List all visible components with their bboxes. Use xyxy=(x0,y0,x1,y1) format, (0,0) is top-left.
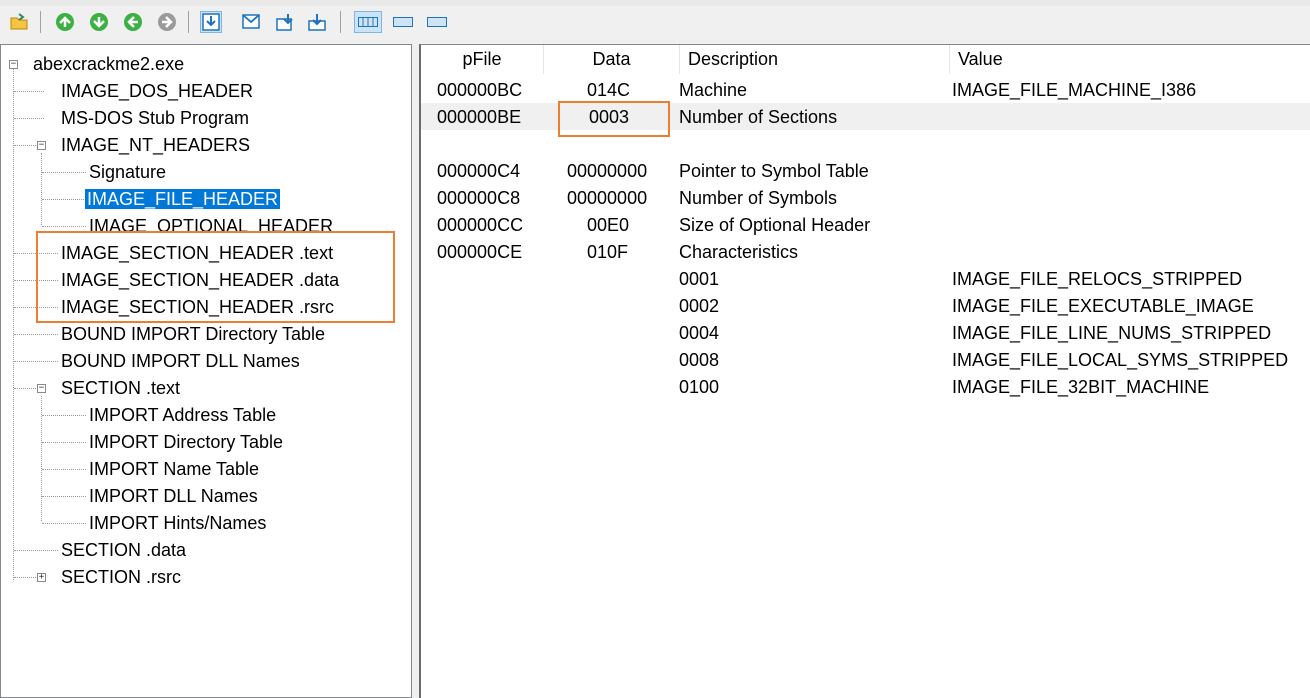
cell-description: Pointer to Symbol Table xyxy=(679,161,869,181)
tree-item[interactable]: SECTION .rsrc xyxy=(59,565,183,589)
cell-value: IMAGE_FILE_LOCAL_SYMS_STRIPPED xyxy=(952,350,1289,370)
tree-item[interactable]: IMPORT Name Table xyxy=(87,457,261,481)
cell-pfile: 000000CE xyxy=(437,242,523,262)
tree-item[interactable]: MS-DOS Stub Program xyxy=(59,106,251,130)
cell-data: 014C xyxy=(587,80,631,100)
tree-item[interactable]: IMPORT Address Table xyxy=(87,403,278,427)
cell-pfile: 000000BE xyxy=(437,107,522,127)
view-wide-icon[interactable] xyxy=(424,11,450,33)
cell-pfile: 000000C8 xyxy=(437,188,521,208)
cell-description: Characteristics xyxy=(679,242,799,262)
tree-item[interactable]: IMPORT DLL Names xyxy=(87,484,260,508)
tree-item[interactable]: IMAGE_OPTIONAL_HEADER xyxy=(87,214,335,232)
cell-description: 0008 xyxy=(679,350,720,370)
back-green-icon[interactable] xyxy=(122,11,144,33)
cell-description: Number of Sections xyxy=(679,107,838,127)
expand-icon[interactable]: + xyxy=(37,573,46,582)
view-insert-icon[interactable] xyxy=(274,11,296,33)
open-icon[interactable] xyxy=(8,11,30,33)
cell-pfile: 000000BC xyxy=(437,80,523,100)
tree-item[interactable]: IMAGE_NT_HEADERS xyxy=(59,133,252,157)
cell-description: 0004 xyxy=(679,323,720,343)
highlight-box xyxy=(36,231,395,323)
cell-value: IMAGE_FILE_32BIT_MACHINE xyxy=(952,377,1210,397)
tree-item[interactable]: IMPORT Hints/Names xyxy=(87,511,268,535)
details-list[interactable]: pFile Data Description Value 000000BC 01… xyxy=(419,44,1310,698)
tree-view[interactable]: − abexcrackme2.exe IMAGE_DOS_HEADER MS-D… xyxy=(0,44,412,698)
forward-gray-icon[interactable] xyxy=(156,11,178,33)
tree-item[interactable]: SECTION .text xyxy=(59,376,182,400)
toolbar xyxy=(0,6,1310,38)
highlight-box xyxy=(558,101,670,137)
cell-value: IMAGE_FILE_RELOCS_STRIPPED xyxy=(952,269,1243,289)
cell-description: Size of Optional Header xyxy=(679,215,871,235)
view-bytes-icon[interactable] xyxy=(354,11,382,33)
tree-item-selected[interactable]: IMAGE_FILE_HEADER xyxy=(83,187,282,211)
selected-row xyxy=(421,103,1310,130)
view-small-icon[interactable] xyxy=(390,11,416,33)
view-details-icon[interactable] xyxy=(200,11,222,33)
cell-description: 0001 xyxy=(679,269,720,289)
tree-root[interactable]: abexcrackme2.exe xyxy=(31,52,186,76)
cell-description: Machine xyxy=(679,80,748,100)
cell-pfile: 000000C4 xyxy=(437,161,521,181)
down-green-icon[interactable] xyxy=(88,11,110,33)
collapse-icon[interactable]: − xyxy=(37,384,46,393)
tree-item[interactable]: Signature xyxy=(87,160,168,184)
tree-item[interactable]: IMAGE_DOS_HEADER xyxy=(59,79,255,103)
view-download-icon[interactable] xyxy=(306,11,328,33)
up-green-icon[interactable] xyxy=(54,11,76,33)
cell-data: 00000000 xyxy=(567,161,648,181)
cell-pfile: 000000CC xyxy=(437,215,524,235)
collapse-icon[interactable]: − xyxy=(9,60,18,69)
cell-data: 00000000 xyxy=(567,188,648,208)
cell-data: 010F xyxy=(587,242,629,262)
cell-description: 0100 xyxy=(679,377,720,397)
cell-description: 0002 xyxy=(679,296,720,316)
column-header-pfile[interactable]: pFile xyxy=(421,45,544,74)
column-header-description[interactable]: Description xyxy=(680,45,950,74)
collapse-icon[interactable]: − xyxy=(37,141,46,150)
column-header-value[interactable]: Value xyxy=(950,45,1310,74)
cell-description: Number of Symbols xyxy=(679,188,838,208)
cell-value: IMAGE_FILE_MACHINE_I386 xyxy=(952,80,1197,100)
view-mail-icon[interactable] xyxy=(240,11,262,33)
column-header-data[interactable]: Data xyxy=(544,45,680,74)
tree-item[interactable]: SECTION .data xyxy=(59,538,188,562)
tree-item[interactable]: BOUND IMPORT Directory Table xyxy=(59,322,327,346)
cell-value: IMAGE_FILE_LINE_NUMS_STRIPPED xyxy=(952,323,1272,343)
cell-data: 00E0 xyxy=(587,215,630,235)
tree-item[interactable]: IMPORT Directory Table xyxy=(87,430,285,454)
tree-item[interactable]: BOUND IMPORT DLL Names xyxy=(59,349,302,373)
cell-value: IMAGE_FILE_EXECUTABLE_IMAGE xyxy=(952,296,1254,316)
